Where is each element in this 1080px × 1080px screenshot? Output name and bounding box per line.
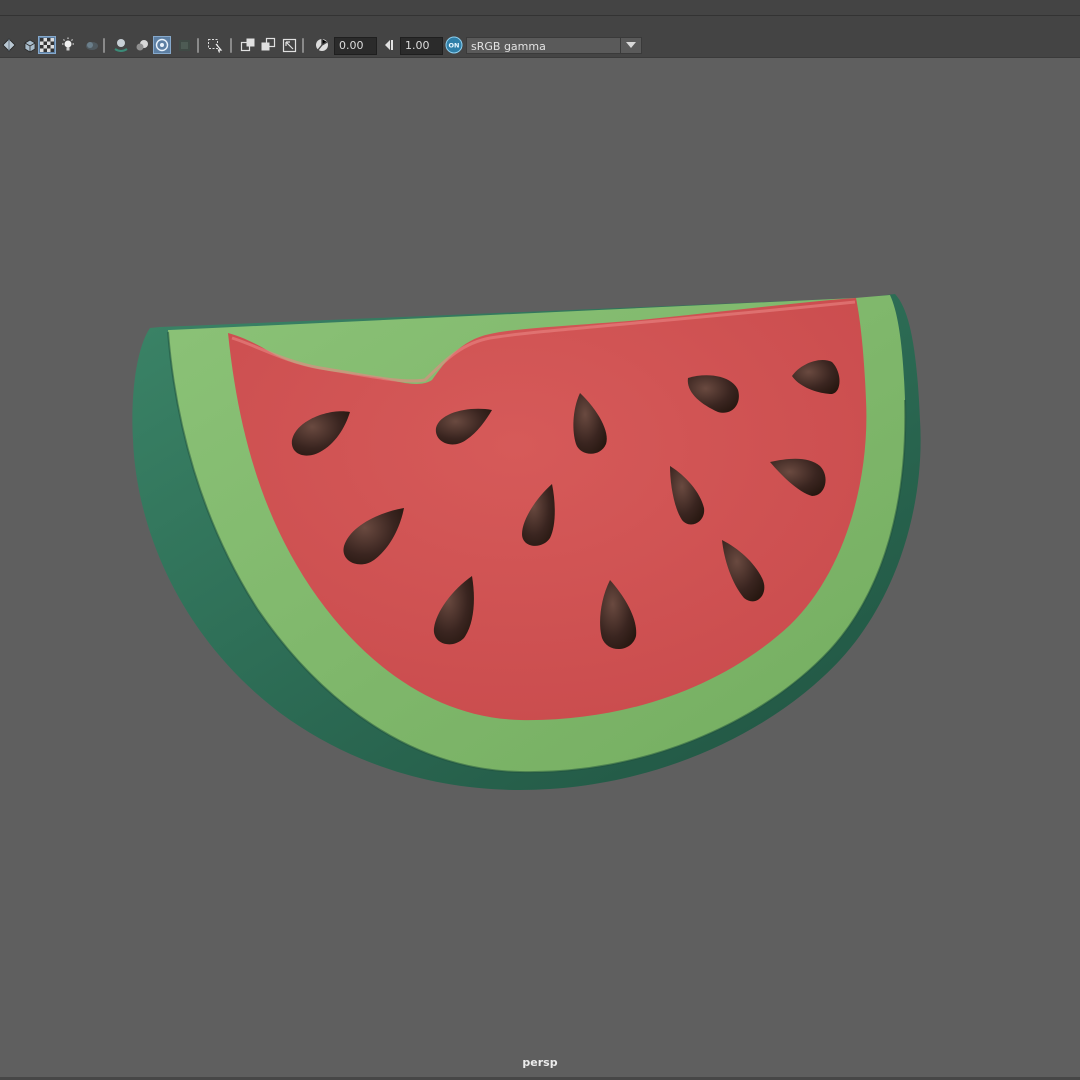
maya-viewport-window: 0.00 1.00 ON sRGB gamma persp: [0, 0, 1080, 1080]
watermelon-slice-model[interactable]: [0, 0, 1080, 1080]
camera-name-label: persp: [522, 1056, 558, 1069]
